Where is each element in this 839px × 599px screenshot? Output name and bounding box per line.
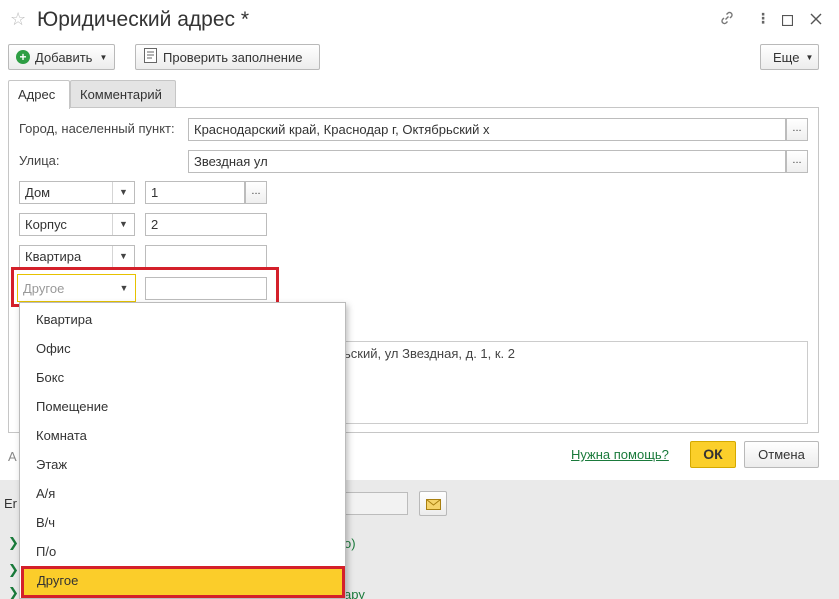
street-label: Улица: — [19, 153, 60, 168]
dropdown-item-label: Другое — [37, 573, 79, 588]
more-button-label: Еще — [773, 49, 800, 65]
dropdown-item-label: А/я — [36, 486, 56, 501]
apartment-type-select[interactable]: Квартира ▼ — [19, 245, 135, 268]
dropdown-item-label: Помещение — [36, 399, 109, 414]
footer-fragment: А — [8, 449, 17, 464]
check-fill-button[interactable]: Проверить заполнение — [135, 44, 320, 70]
house-type-select[interactable]: Дом ▼ — [19, 181, 135, 204]
window-title: Юридический адрес * — [37, 8, 250, 31]
envelope-icon — [426, 498, 441, 513]
city-label: Город, населенный пункт: — [19, 121, 175, 136]
green-link-fragment[interactable]: ару — [344, 587, 365, 599]
tab-comment-label: Комментарий — [80, 87, 162, 102]
close-icon[interactable] — [810, 12, 822, 28]
chevron-right-icon[interactable]: ❯ — [8, 562, 19, 578]
building-number-input[interactable]: 2 — [145, 213, 267, 236]
dropdown-item[interactable]: Этаж — [20, 451, 345, 480]
dropdown-item[interactable]: Офис — [20, 335, 345, 364]
tab-comment[interactable]: Комментарий — [70, 80, 176, 108]
check-fill-label: Проверить заполнение — [163, 49, 303, 65]
background-label-fragment: Er — [4, 496, 17, 511]
checklist-icon — [144, 48, 157, 66]
other-type-select[interactable]: Другое ▼ — [17, 274, 136, 302]
dropdown-item-label: Квартира — [36, 312, 93, 327]
tab-address[interactable]: Адрес — [8, 80, 70, 109]
dropdown-item[interactable]: Бокс — [20, 364, 345, 393]
add-button[interactable]: + Добавить ▼ — [8, 44, 115, 70]
favorite-star-icon[interactable]: ☆ — [10, 9, 26, 30]
dropdown-item-label: В/ч — [36, 515, 56, 530]
street-select-button[interactable]: ... — [786, 150, 808, 173]
house-type-value: Дом — [25, 185, 51, 200]
link-icon[interactable] — [719, 10, 735, 29]
dropdown-item[interactable]: П/о — [20, 538, 345, 567]
street-input[interactable]: Звездная ул — [188, 150, 786, 173]
city-input[interactable]: Краснодарский край, Краснодар г, Октябрь… — [188, 118, 786, 141]
house-number-input[interactable]: 1 — [145, 181, 245, 204]
add-icon: + — [16, 50, 30, 64]
chevron-right-icon[interactable]: ❯ — [8, 535, 19, 551]
cancel-button[interactable]: Отмена — [744, 441, 819, 468]
more-vertical-icon[interactable]: ⋮ — [756, 10, 770, 27]
add-button-label: Добавить — [35, 49, 93, 65]
tab-address-label: Адрес — [18, 87, 56, 102]
chevron-down-icon[interactable]: ▼ — [113, 275, 135, 301]
dropdown-item[interactable]: А/я — [20, 480, 345, 509]
apartment-type-value: Квартира — [25, 249, 82, 264]
ok-button[interactable]: ОК — [690, 441, 736, 468]
other-type-placeholder: Другое — [23, 281, 65, 296]
chevron-right-icon[interactable]: ❯ — [8, 585, 19, 599]
dropdown-item-label: Бокс — [36, 370, 65, 385]
dropdown-item-label: П/о — [36, 544, 57, 559]
dropdown-item[interactable]: В/ч — [20, 509, 345, 538]
building-type-value: Корпус — [25, 217, 67, 232]
dropdown-item[interactable]: Помещение — [20, 393, 345, 422]
city-select-button[interactable]: ... — [786, 118, 808, 141]
help-link[interactable]: Нужна помощь? — [571, 447, 669, 462]
background-input[interactable] — [340, 492, 408, 515]
building-type-select[interactable]: Корпус ▼ — [19, 213, 135, 236]
dropdown-item-label: Этаж — [36, 457, 68, 472]
chevron-down-icon: ▼ — [99, 52, 108, 62]
dropdown-item[interactable]: Квартира — [20, 306, 345, 335]
chevron-down-icon[interactable]: ▼ — [112, 246, 134, 267]
apartment-number-input[interactable] — [145, 245, 267, 268]
chevron-down-icon[interactable]: ▼ — [112, 214, 134, 235]
chevron-down-icon[interactable]: ▼ — [112, 182, 134, 203]
chevron-down-icon: ▼ — [805, 52, 814, 62]
envelope-button[interactable] — [419, 491, 447, 516]
other-value-input[interactable] — [145, 277, 267, 300]
dropdown-item-label: Комната — [36, 428, 87, 443]
dropdown-item-selected[interactable]: Другое — [21, 566, 345, 598]
premise-type-dropdown: Квартира Офис Бокс Помещение Комната Эта… — [19, 302, 346, 599]
maximize-icon[interactable] — [781, 13, 794, 29]
dropdown-item-label: Офис — [36, 341, 71, 356]
full-address-text: ьский, ул Звездная, д. 1, к. 2 — [344, 346, 516, 361]
dropdown-item[interactable]: Комната — [20, 422, 345, 451]
house-select-button[interactable]: ... — [245, 181, 267, 204]
title-bar: ☆ Юридический адрес * ⋮ — [0, 0, 839, 40]
more-button[interactable]: Еще ▼ — [760, 44, 819, 70]
